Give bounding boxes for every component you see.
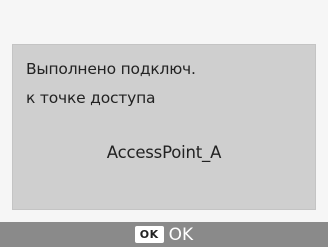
ok-button[interactable]: OK OK: [134, 224, 194, 245]
footer-bar: OK OK: [0, 222, 328, 247]
ok-key-icon: OK: [134, 226, 164, 243]
message-line-1: Выполнено подключ.: [26, 60, 196, 78]
access-point-name: AccessPoint_A: [106, 143, 222, 162]
connection-dialog: Выполнено подключ. к точке доступа Acces…: [12, 44, 316, 210]
ok-button-label: OK: [168, 224, 194, 245]
message-line-2: к точке доступа: [26, 89, 156, 107]
